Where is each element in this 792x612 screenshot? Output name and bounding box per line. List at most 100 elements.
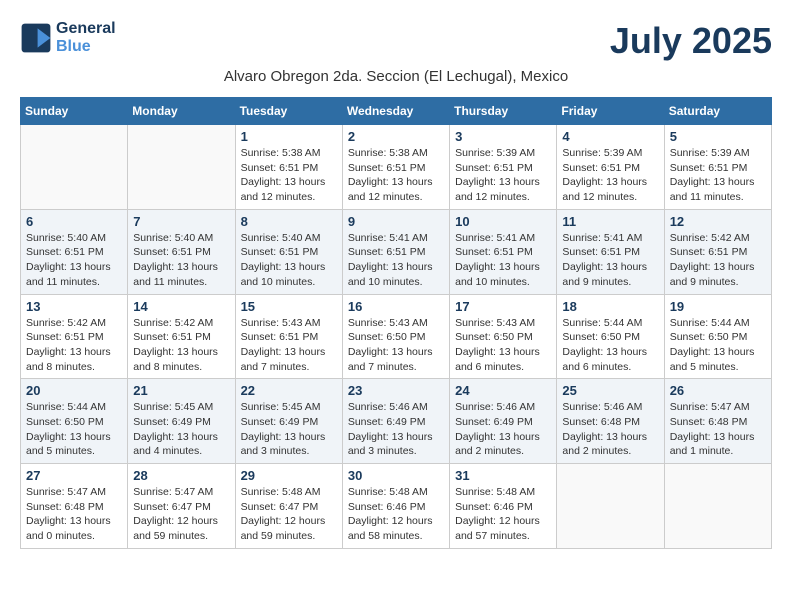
calendar-cell: 16Sunrise: 5:43 AMSunset: 6:50 PMDayligh… bbox=[342, 294, 449, 379]
day-number: 27 bbox=[26, 468, 122, 483]
calendar-week-2: 6 Sunrise: 5:40 AMSunset: 6:51 PMDaylight… bbox=[21, 209, 772, 294]
day-info: Sunrise: 5:46 AMSunset: 6:49 PMDaylight:… bbox=[348, 400, 444, 459]
day-number: 28 bbox=[133, 468, 229, 483]
calendar-cell: 15 Sunrise: 5:43 AMSunset: 6:51 PMDayligh… bbox=[235, 294, 342, 379]
day-info: Sunrise: 5:38 AMSunset: 6:51 PMDaylight:… bbox=[348, 146, 444, 205]
calendar-cell: 30 Sunrise: 5:48 AMSunset: 6:46 PMDayligh… bbox=[342, 464, 449, 549]
day-number: 2 bbox=[348, 129, 444, 144]
day-number: 11 bbox=[562, 214, 658, 229]
calendar-cell bbox=[557, 464, 664, 549]
day-number: 31 bbox=[455, 468, 551, 483]
calendar-cell bbox=[128, 125, 235, 210]
day-info: Sunrise: 5:40 AMSunset: 6:51 PMDaylight:… bbox=[26, 231, 122, 290]
calendar-cell bbox=[21, 125, 128, 210]
day-info: Sunrise: 5:47 AMSunset: 6:48 PMDaylight:… bbox=[670, 400, 766, 459]
calendar-week-5: 27 Sunrise: 5:47 AMSunset: 6:48 PMDayligh… bbox=[21, 464, 772, 549]
column-header-friday: Friday bbox=[557, 98, 664, 125]
calendar-cell: 13 Sunrise: 5:42 AMSunset: 6:51 PMDayligh… bbox=[21, 294, 128, 379]
day-number: 12 bbox=[670, 214, 766, 229]
calendar-cell: 2 Sunrise: 5:38 AMSunset: 6:51 PMDaylight… bbox=[342, 125, 449, 210]
day-number: 24 bbox=[455, 383, 551, 398]
day-number: 29 bbox=[241, 468, 337, 483]
day-info: Sunrise: 5:48 AMSunset: 6:46 PMDaylight:… bbox=[348, 485, 444, 544]
day-number: 20 bbox=[26, 383, 122, 398]
day-number: 13 bbox=[26, 299, 122, 314]
calendar-cell: 29 Sunrise: 5:48 AMSunset: 6:47 PMDayligh… bbox=[235, 464, 342, 549]
calendar-week-1: 1 Sunrise: 5:38 AMSunset: 6:51 PMDaylight… bbox=[21, 125, 772, 210]
day-info: Sunrise: 5:45 AMSunset: 6:49 PMDaylight:… bbox=[133, 400, 229, 459]
day-number: 15 bbox=[241, 299, 337, 314]
day-info: Sunrise: 5:47 AMSunset: 6:47 PMDaylight:… bbox=[133, 485, 229, 544]
calendar-cell: 14 Sunrise: 5:42 AMSunset: 6:51 PMDayligh… bbox=[128, 294, 235, 379]
calendar-week-3: 13 Sunrise: 5:42 AMSunset: 6:51 PMDayligh… bbox=[21, 294, 772, 379]
calendar-cell: 5 Sunrise: 5:39 AMSunset: 6:51 PMDaylight… bbox=[664, 125, 771, 210]
day-info: Sunrise: 5:40 AMSunset: 6:51 PMDaylight:… bbox=[241, 231, 337, 290]
calendar-cell: 8 Sunrise: 5:40 AMSunset: 6:51 PMDaylight… bbox=[235, 209, 342, 294]
day-info: Sunrise: 5:39 AMSunset: 6:51 PMDaylight:… bbox=[455, 146, 551, 205]
calendar-cell: 28 Sunrise: 5:47 AMSunset: 6:47 PMDayligh… bbox=[128, 464, 235, 549]
day-number: 7 bbox=[133, 214, 229, 229]
day-info: Sunrise: 5:42 AMSunset: 6:51 PMDaylight:… bbox=[133, 316, 229, 375]
calendar-cell: 23Sunrise: 5:46 AMSunset: 6:49 PMDayligh… bbox=[342, 379, 449, 464]
day-info: Sunrise: 5:39 AMSunset: 6:51 PMDaylight:… bbox=[670, 146, 766, 205]
day-number: 3 bbox=[455, 129, 551, 144]
calendar-cell: 6 Sunrise: 5:40 AMSunset: 6:51 PMDaylight… bbox=[21, 209, 128, 294]
column-header-monday: Monday bbox=[128, 98, 235, 125]
calendar-cell bbox=[664, 464, 771, 549]
calendar-cell: 4Sunrise: 5:39 AMSunset: 6:51 PMDaylight… bbox=[557, 125, 664, 210]
day-number: 9 bbox=[348, 214, 444, 229]
logo-text-blue: Blue bbox=[56, 38, 116, 56]
day-number: 30 bbox=[348, 468, 444, 483]
calendar-cell: 10 Sunrise: 5:41 AMSunset: 6:51 PMDayligh… bbox=[450, 209, 557, 294]
day-number: 17 bbox=[455, 299, 551, 314]
month-year-title: July 2025 bbox=[610, 20, 772, 62]
calendar-cell: 3 Sunrise: 5:39 AMSunset: 6:51 PMDaylight… bbox=[450, 125, 557, 210]
calendar-cell: 19Sunrise: 5:44 AMSunset: 6:50 PMDayligh… bbox=[664, 294, 771, 379]
day-number: 10 bbox=[455, 214, 551, 229]
day-info: Sunrise: 5:40 AMSunset: 6:51 PMDaylight:… bbox=[133, 231, 229, 290]
day-number: 8 bbox=[241, 214, 337, 229]
day-info: Sunrise: 5:44 AMSunset: 6:50 PMDaylight:… bbox=[562, 316, 658, 375]
logo-text-general: General bbox=[56, 20, 116, 38]
calendar-week-4: 20 Sunrise: 5:44 AMSunset: 6:50 PMDayligh… bbox=[21, 379, 772, 464]
day-number: 25 bbox=[562, 383, 658, 398]
day-info: Sunrise: 5:46 AMSunset: 6:49 PMDaylight:… bbox=[455, 400, 551, 459]
column-header-tuesday: Tuesday bbox=[235, 98, 342, 125]
day-info: Sunrise: 5:45 AMSunset: 6:49 PMDaylight:… bbox=[241, 400, 337, 459]
day-number: 4 bbox=[562, 129, 658, 144]
day-number: 22 bbox=[241, 383, 337, 398]
location-subtitle: Alvaro Obregon 2da. Seccion (El Lechugal… bbox=[20, 68, 772, 85]
day-number: 1 bbox=[241, 129, 337, 144]
day-info: Sunrise: 5:46 AMSunset: 6:48 PMDaylight:… bbox=[562, 400, 658, 459]
calendar-cell: 31Sunrise: 5:48 AMSunset: 6:46 PMDayligh… bbox=[450, 464, 557, 549]
day-number: 16 bbox=[348, 299, 444, 314]
column-header-saturday: Saturday bbox=[664, 98, 771, 125]
day-number: 6 bbox=[26, 214, 122, 229]
day-info: Sunrise: 5:44 AMSunset: 6:50 PMDaylight:… bbox=[26, 400, 122, 459]
day-number: 18 bbox=[562, 299, 658, 314]
logo-icon bbox=[20, 22, 52, 54]
day-info: Sunrise: 5:44 AMSunset: 6:50 PMDaylight:… bbox=[670, 316, 766, 375]
day-info: Sunrise: 5:47 AMSunset: 6:48 PMDaylight:… bbox=[26, 485, 122, 544]
calendar-cell: 9Sunrise: 5:41 AMSunset: 6:51 PMDaylight… bbox=[342, 209, 449, 294]
calendar-cell: 22 Sunrise: 5:45 AMSunset: 6:49 PMDayligh… bbox=[235, 379, 342, 464]
calendar-cell: 21 Sunrise: 5:45 AMSunset: 6:49 PMDayligh… bbox=[128, 379, 235, 464]
day-info: Sunrise: 5:41 AMSunset: 6:51 PMDaylight:… bbox=[455, 231, 551, 290]
day-info: Sunrise: 5:48 AMSunset: 6:47 PMDaylight:… bbox=[241, 485, 337, 544]
calendar-cell: 20 Sunrise: 5:44 AMSunset: 6:50 PMDayligh… bbox=[21, 379, 128, 464]
calendar-cell: 26Sunrise: 5:47 AMSunset: 6:48 PMDayligh… bbox=[664, 379, 771, 464]
calendar-cell: 1Sunrise: 5:38 AMSunset: 6:51 PMDaylight… bbox=[235, 125, 342, 210]
calendar-cell: 12 Sunrise: 5:42 AMSunset: 6:51 PMDayligh… bbox=[664, 209, 771, 294]
logo: General Blue bbox=[20, 20, 116, 56]
calendar-cell: 25 Sunrise: 5:46 AMSunset: 6:48 PMDayligh… bbox=[557, 379, 664, 464]
day-number: 14 bbox=[133, 299, 229, 314]
day-info: Sunrise: 5:42 AMSunset: 6:51 PMDaylight:… bbox=[670, 231, 766, 290]
day-number: 21 bbox=[133, 383, 229, 398]
day-info: Sunrise: 5:42 AMSunset: 6:51 PMDaylight:… bbox=[26, 316, 122, 375]
day-number: 5 bbox=[670, 129, 766, 144]
calendar-cell: 7 Sunrise: 5:40 AMSunset: 6:51 PMDaylight… bbox=[128, 209, 235, 294]
column-header-wednesday: Wednesday bbox=[342, 98, 449, 125]
calendar-cell: 11Sunrise: 5:41 AMSunset: 6:51 PMDayligh… bbox=[557, 209, 664, 294]
day-info: Sunrise: 5:43 AMSunset: 6:51 PMDaylight:… bbox=[241, 316, 337, 375]
calendar-cell: 27 Sunrise: 5:47 AMSunset: 6:48 PMDayligh… bbox=[21, 464, 128, 549]
